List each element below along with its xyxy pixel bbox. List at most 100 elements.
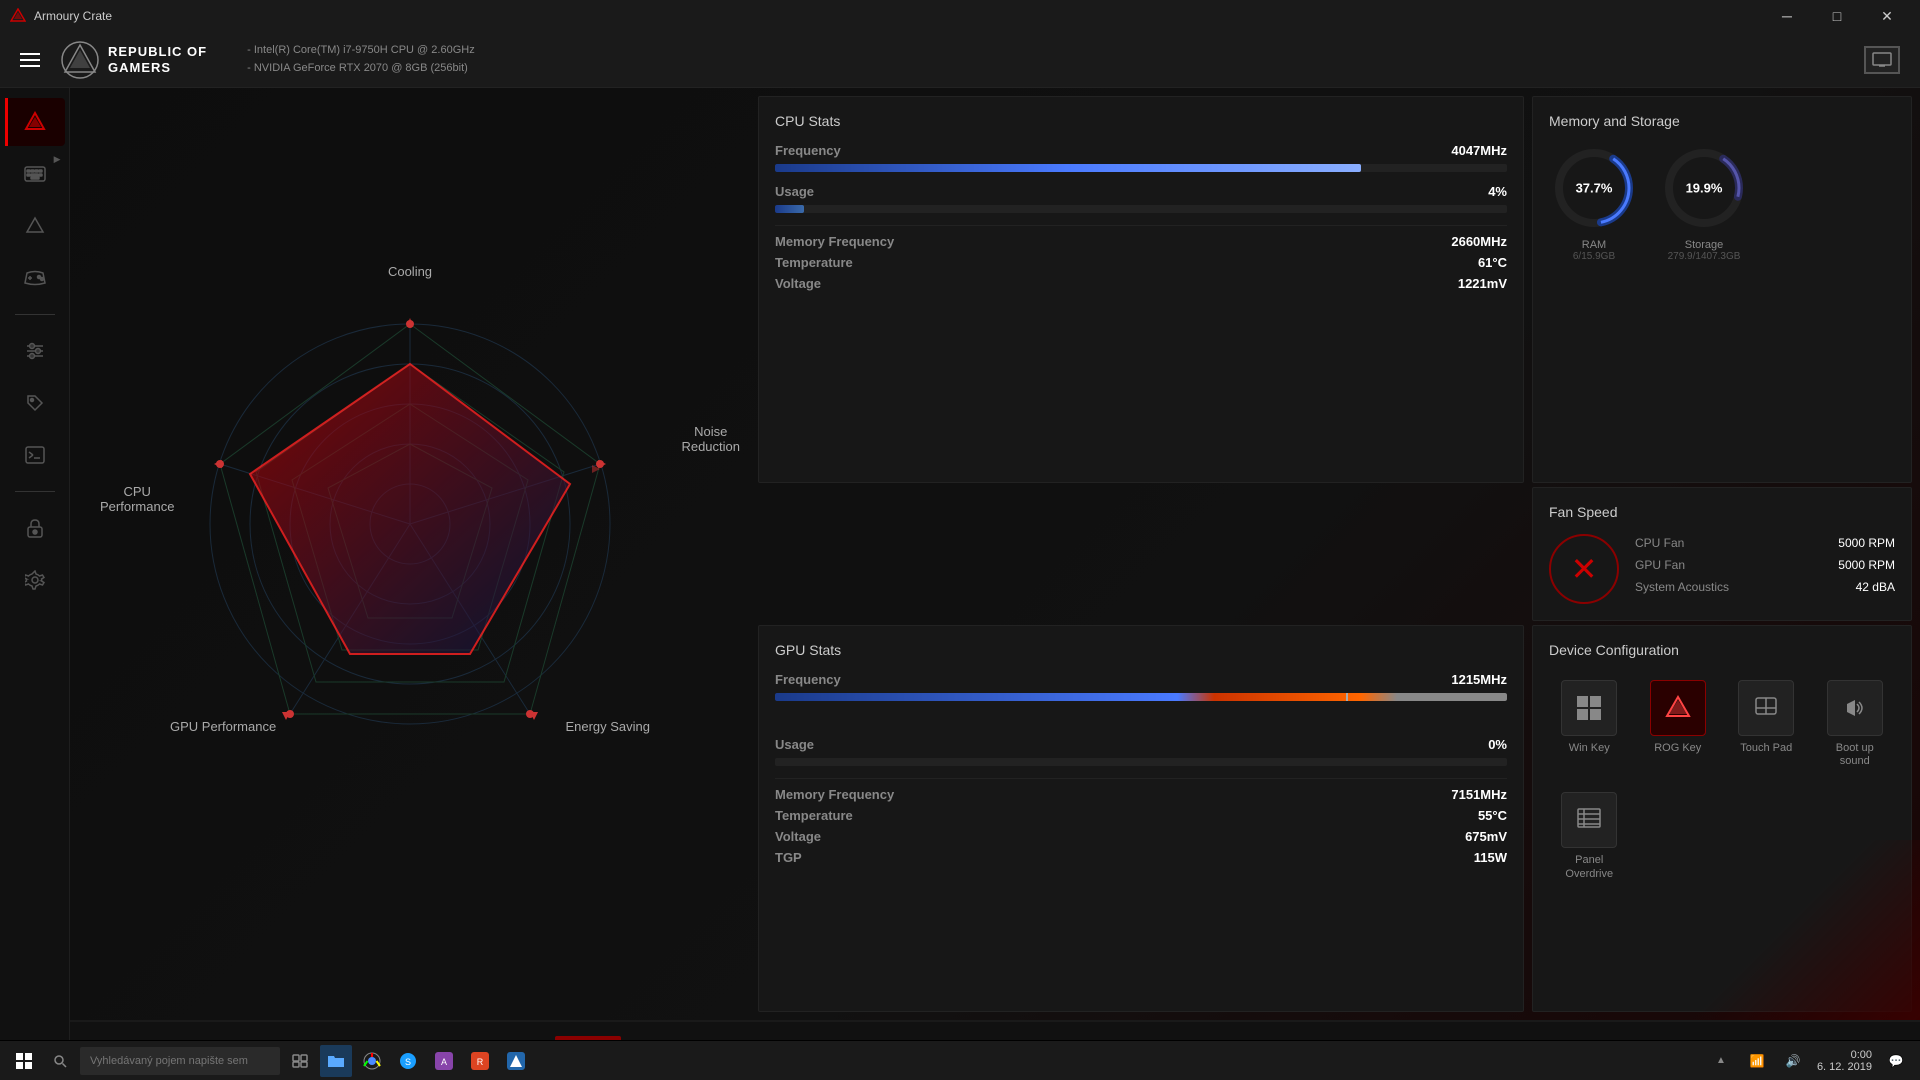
cpu-stats-panel: CPU Stats Frequency 4047MHz Usage 4%: [758, 96, 1524, 483]
sidebar-item-keyboard[interactable]: ▶: [5, 150, 65, 198]
sidebar-item-tag[interactable]: [5, 379, 65, 427]
cpu-usage-label: Usage: [775, 184, 814, 199]
acoustics-row: System Acoustics 42 dBA: [1635, 580, 1895, 594]
svg-text:R: R: [477, 1057, 484, 1067]
sidebar: ▶: [0, 88, 70, 1080]
minimize-button[interactable]: ─: [1764, 0, 1810, 32]
gpu-model: - NVIDIA GeForce RTX 2070 @ 8GB (256bit): [247, 60, 475, 78]
cpu-usage-value: 4%: [1488, 184, 1507, 199]
taskbar-chrome[interactable]: [356, 1045, 388, 1077]
svg-text:S: S: [405, 1057, 411, 1067]
cpu-usage-bar-fill: [775, 205, 804, 213]
win-key-label: Win Key: [1569, 742, 1610, 755]
gpu-voltage-label: Voltage: [775, 829, 821, 844]
touch-pad-item[interactable]: Touch Pad: [1726, 672, 1807, 776]
panel-od-item[interactable]: PanelOverdrive: [1549, 784, 1630, 888]
boot-sound-item[interactable]: Boot upsound: [1815, 672, 1896, 776]
taskbar-time: 0:00 6. 12. 2019: [1817, 1049, 1872, 1073]
taskbar-search[interactable]: [80, 1047, 280, 1075]
cpu-fan-row: CPU Fan 5000 RPM: [1635, 536, 1895, 550]
search-icon-taskbar[interactable]: [44, 1045, 76, 1077]
tray-chevron[interactable]: ▲: [1705, 1045, 1737, 1077]
gpu-temp-label: Temperature: [775, 808, 853, 823]
fan-icon: ✕: [1549, 534, 1619, 604]
rog-logo: REPUBLIC OFGAMERS: [60, 40, 207, 80]
cpu-mem-freq-value: 2660MHz: [1451, 234, 1507, 249]
notification-icon[interactable]: 💬: [1880, 1045, 1912, 1077]
radar-label-gpu: GPU Performance: [170, 719, 276, 734]
taskbar-steam[interactable]: S: [392, 1045, 424, 1077]
radar-svg: [160, 274, 660, 774]
tray-volume[interactable]: 🔊: [1777, 1045, 1809, 1077]
cpu-info: - Intel(R) Core(TM) i7-9750H CPU @ 2.60G…: [247, 42, 475, 77]
memory-content: 37.7% RAM 6/15.9GB: [1549, 143, 1895, 262]
storage-donut: 19.9%: [1659, 143, 1749, 233]
hamburger-menu[interactable]: [20, 53, 40, 67]
sidebar-item-terminal[interactable]: [5, 431, 65, 479]
app-icon: [10, 8, 26, 24]
gpu-usage-value: 0%: [1488, 737, 1507, 752]
touch-pad-icon-box: [1738, 680, 1794, 736]
middle-row: Fan Speed ✕ CPU Fan 5000 RPM: [758, 487, 1912, 621]
maximize-button[interactable]: □: [1814, 0, 1860, 32]
date-display: 6. 12. 2019: [1817, 1061, 1872, 1073]
cpu-voltage-label: Voltage: [775, 276, 821, 291]
memory-panel-title: Memory and Storage: [1549, 113, 1895, 129]
header-right: [1864, 46, 1900, 74]
titlebar-controls: ─ □ ✕: [1764, 0, 1910, 32]
gpu-stats-panel: GPU Stats Frequency 1215MHz Base Clock R…: [758, 625, 1524, 1012]
cpu-temp-row: Temperature 61°C: [775, 255, 1507, 270]
gpu-fan-label: GPU Fan: [1635, 558, 1685, 572]
radar-label-cooling: Cooling: [388, 264, 432, 279]
taskbar-app2[interactable]: R: [464, 1045, 496, 1077]
acoustics-value: 42 dBA: [1856, 580, 1895, 594]
cpu-temp-label: Temperature: [775, 255, 853, 270]
win-key-item[interactable]: Win Key: [1549, 672, 1630, 776]
tray-network[interactable]: 📶: [1741, 1045, 1773, 1077]
gpu-frequency-row: Frequency 1215MHz: [775, 672, 1507, 687]
boot-sound-label: Boot upsound: [1836, 742, 1874, 768]
rog-key-item[interactable]: ROG Key: [1638, 672, 1719, 776]
radar-chart: Cooling CPUPerformance NoiseReduction GP…: [160, 274, 660, 774]
sidebar-item-home[interactable]: [5, 98, 65, 146]
cpu-freq-bar: [775, 164, 1507, 172]
start-button[interactable]: [8, 1045, 40, 1077]
gpu-freq-label: Frequency: [775, 672, 841, 687]
time-display: 0:00: [1817, 1049, 1872, 1061]
top-panels-row: CPU Stats Frequency 4047MHz Usage 4%: [758, 96, 1912, 483]
fan-speed-panel: Fan Speed ✕ CPU Fan 5000 RPM: [1532, 487, 1912, 621]
cpu-voltage-value: 1221mV: [1458, 276, 1507, 291]
panel-od-label: PanelOverdrive: [1565, 854, 1613, 880]
sidebar-divider-2: [15, 491, 55, 492]
device-config-panel: Device Configuration: [1532, 625, 1912, 1012]
cpu-frequency-row: Frequency 4047MHz: [775, 143, 1507, 158]
touch-pad-label: Touch Pad: [1740, 742, 1792, 755]
cpu-usage-row: Usage 4%: [775, 184, 1507, 199]
cpu-model: - Intel(R) Core(TM) i7-9750H CPU @ 2.60G…: [247, 42, 475, 60]
win-key-icon-box: [1561, 680, 1617, 736]
sidebar-item-gamepad[interactable]: [5, 254, 65, 302]
rog-key-label: ROG Key: [1654, 742, 1701, 755]
radar-label-noise: NoiseReduction: [681, 424, 740, 454]
device-panel-title: Device Configuration: [1549, 642, 1895, 658]
taskbar-app3[interactable]: [500, 1045, 532, 1077]
sidebar-item-lock[interactable]: [5, 504, 65, 552]
taskbar-explorer[interactable]: [320, 1045, 352, 1077]
ram-label: RAM: [1573, 239, 1615, 251]
gpu-voltage-row: Voltage 675mV: [775, 829, 1507, 844]
fan-x-icon: ✕: [1571, 550, 1598, 588]
fan-spacer: [758, 487, 1524, 621]
close-button[interactable]: ✕: [1864, 0, 1910, 32]
main-window: REPUBLIC OFGAMERS - Intel(R) Core(TM) i7…: [0, 32, 1920, 1080]
taskbar-app1[interactable]: A: [428, 1045, 460, 1077]
device-icons-row2: PanelOverdrive: [1549, 784, 1895, 888]
sidebar-item-sliders[interactable]: [5, 327, 65, 375]
task-view-icon[interactable]: [284, 1045, 316, 1077]
cpu-mem-freq-row: Memory Frequency 2660MHz: [775, 234, 1507, 249]
sidebar-item-triangle[interactable]: [5, 202, 65, 250]
gpu-fan-value: 5000 RPM: [1838, 558, 1895, 572]
sidebar-item-settings[interactable]: [5, 556, 65, 604]
device-icons-grid: Win Key: [1549, 672, 1895, 776]
storage-container: 19.9% Storage 279.9/1407.3GB: [1659, 143, 1749, 262]
monitor-icon[interactable]: [1864, 46, 1900, 74]
